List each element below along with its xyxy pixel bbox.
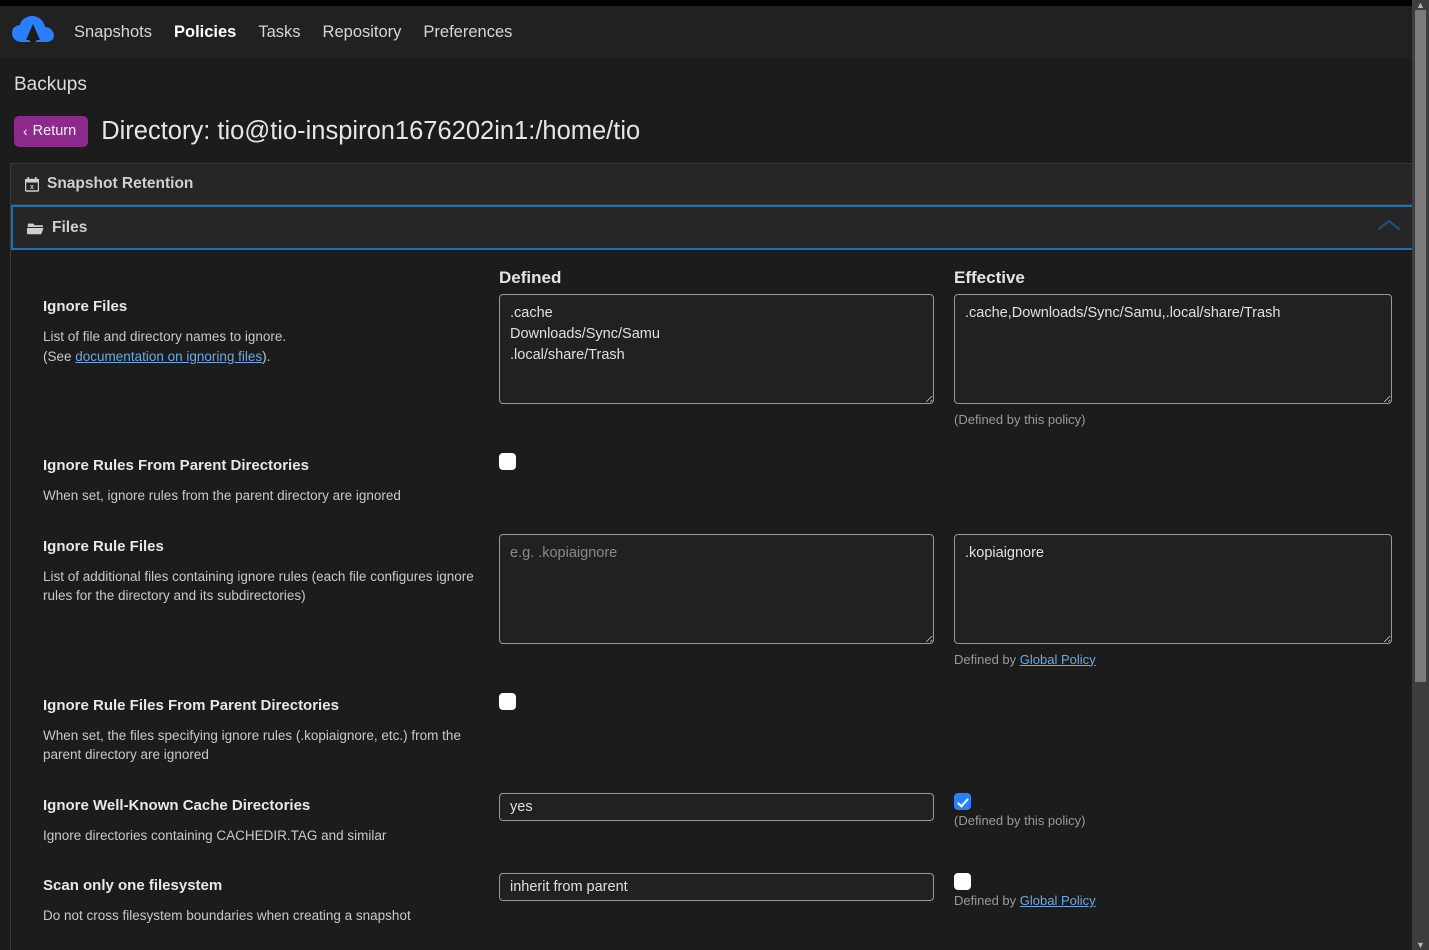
policy-accordion: x Snapshot Retention Files Defined Effec… bbox=[10, 163, 1419, 950]
directory-header: ‹ Return Directory: tio@tio-inspiron1676… bbox=[14, 116, 1417, 147]
section-header-snapshot-retention[interactable]: x Snapshot Retention bbox=[11, 164, 1418, 205]
field-ignore-files-help: List of file and directory names to igno… bbox=[43, 327, 479, 366]
scan-one-filesystem-effective-col: Defined by Global Policy bbox=[954, 873, 1394, 908]
help-text-prefix: (See bbox=[43, 348, 76, 364]
ignore-files-defined-col bbox=[499, 294, 954, 409]
field-scan-one-filesystem-description: Scan only one filesystem Do not cross fi… bbox=[31, 873, 499, 926]
field-ignore-cache-dirs-description: Ignore Well-Known Cache Directories Igno… bbox=[31, 793, 499, 846]
field-ignore-rule-files-help: List of additional files containing igno… bbox=[43, 568, 474, 604]
svg-text:x: x bbox=[30, 184, 34, 191]
scrollbar-thumb[interactable] bbox=[1415, 10, 1426, 682]
nav-links: Snapshots Policies Tasks Repository Pref… bbox=[74, 23, 512, 42]
return-button-label: Return bbox=[32, 123, 77, 139]
field-ignore-rule-files: Ignore Rule Files List of additional fil… bbox=[31, 533, 1398, 667]
ignore-rules-parent-checkbox[interactable] bbox=[499, 453, 516, 470]
field-ignore-rules-parent-title: Ignore Rules From Parent Directories bbox=[43, 457, 309, 474]
ignore-rule-files-effective-textarea bbox=[954, 533, 1392, 644]
field-ignore-rules-parent: Ignore Rules From Parent Directories Whe… bbox=[31, 453, 1398, 506]
field-ignore-cache-dirs-help: Ignore directories containing CACHEDIR.T… bbox=[43, 827, 387, 843]
scan-one-filesystem-checkbox[interactable] bbox=[954, 873, 971, 891]
global-policy-link[interactable]: Global Policy bbox=[1020, 652, 1096, 667]
field-ignore-rule-files-parent-help: When set, the files specifying ignore ru… bbox=[43, 727, 461, 763]
ignore-files-effective-textarea bbox=[954, 294, 1392, 404]
help-text-line1: List of file and directory names to igno… bbox=[43, 329, 287, 344]
ignore-files-effective-col: (Defined by this policy) bbox=[954, 294, 1394, 427]
folder-open-icon bbox=[27, 221, 44, 235]
field-ignore-rule-files-parent-description: Ignore Rule Files From Parent Directorie… bbox=[31, 693, 499, 765]
scan-one-filesystem-select[interactable] bbox=[499, 873, 934, 902]
field-ignore-files-description: Ignore Files List of file and directory … bbox=[31, 294, 499, 366]
chevron-up-icon[interactable] bbox=[1376, 218, 1402, 237]
page-heading-area: Backups ‹ Return Directory: tio@tio-insp… bbox=[0, 74, 1429, 147]
field-ignore-rule-files-title: Ignore Rule Files bbox=[43, 537, 164, 555]
scrollbar-up-arrow-icon[interactable]: ▲ bbox=[1412, 0, 1429, 10]
help-text-suffix: ). bbox=[262, 348, 271, 364]
documentation-link[interactable]: documentation on ignoring files bbox=[75, 349, 262, 364]
nav-link-tasks[interactable]: Tasks bbox=[258, 23, 300, 42]
ignore-cache-dirs-defined-col bbox=[499, 792, 954, 821]
nav-link-policies[interactable]: Policies bbox=[174, 23, 236, 42]
field-scan-one-filesystem-title: Scan only one filesystem bbox=[43, 877, 223, 895]
field-ignore-rules-parent-description: Ignore Rules From Parent Directories Whe… bbox=[31, 453, 499, 506]
scrollbar-down-arrow-icon[interactable]: ▼ bbox=[1412, 940, 1429, 950]
ignore-rules-parent-defined-col bbox=[499, 453, 954, 471]
page-title: Directory: tio@tio-inspiron1676202in1:/h… bbox=[101, 117, 641, 145]
ignore-rule-files-effective-note: Defined by Global Policy bbox=[954, 652, 1394, 667]
field-ignore-rule-files-description: Ignore Rule Files List of additional fil… bbox=[31, 534, 499, 606]
ignore-rule-files-defined-col bbox=[499, 533, 954, 649]
files-section-body: Defined Effective Ignore Files List of f… bbox=[11, 250, 1418, 950]
ignore-rule-files-defined-textarea[interactable] bbox=[499, 533, 934, 644]
section-label-snapshot-retention: Snapshot Retention bbox=[47, 175, 194, 192]
ignore-cache-dirs-effective-note: (Defined by this policy) bbox=[954, 812, 1086, 828]
ignore-cache-dirs-effective-col: (Defined by this policy) bbox=[954, 792, 1394, 828]
field-ignore-rule-files-parent: Ignore Rule Files From Parent Directorie… bbox=[31, 692, 1398, 765]
ignore-cache-dirs-select[interactable] bbox=[499, 792, 934, 821]
field-ignore-cache-dirs-title: Ignore Well-Known Cache Directories bbox=[43, 796, 311, 814]
chevron-left-icon: ‹ bbox=[23, 123, 28, 139]
section-header-files[interactable]: Files bbox=[11, 205, 1418, 250]
ignore-cache-dirs-checkbox[interactable] bbox=[954, 792, 971, 810]
kopia-cloud-logo-icon[interactable] bbox=[10, 12, 56, 52]
column-header-effective: Effective bbox=[954, 268, 1025, 287]
field-ignore-rules-parent-help: When set, ignore rules from the parent d… bbox=[43, 488, 401, 503]
field-scan-one-filesystem: Scan only one filesystem Do not cross fi… bbox=[31, 873, 1398, 926]
breadcrumb: Backups bbox=[14, 74, 87, 95]
nav-link-repository[interactable]: Repository bbox=[323, 23, 402, 42]
ignore-files-defined-textarea[interactable] bbox=[499, 294, 934, 404]
global-policy-link-2[interactable]: Global Policy bbox=[1020, 893, 1096, 908]
scan-one-filesystem-effective-note: Defined by Global Policy bbox=[954, 893, 1394, 908]
calendar-x-icon: x bbox=[25, 176, 39, 192]
return-button[interactable]: ‹ Return bbox=[14, 116, 89, 147]
field-scan-one-filesystem-help: Do not cross filesystem boundaries when … bbox=[43, 908, 411, 924]
scan-one-filesystem-defined-col bbox=[499, 873, 954, 902]
column-header-row: Defined Effective bbox=[31, 268, 1398, 288]
nav-link-preferences[interactable]: Preferences bbox=[423, 23, 512, 42]
field-ignore-files: Ignore Files List of file and directory … bbox=[31, 294, 1398, 427]
field-ignore-files-title: Ignore Files bbox=[43, 298, 128, 315]
ignore-rule-files-parent-defined-col bbox=[499, 692, 954, 711]
field-ignore-cache-dirs: Ignore Well-Known Cache Directories Igno… bbox=[31, 792, 1398, 846]
section-label-files: Files bbox=[52, 218, 88, 236]
effective-note-prefix-2: Defined by bbox=[954, 893, 1020, 909]
ignore-rule-files-effective-col: Defined by Global Policy bbox=[954, 533, 1394, 667]
field-ignore-rule-files-parent-title: Ignore Rule Files From Parent Directorie… bbox=[43, 696, 339, 714]
effective-note-prefix: Defined by bbox=[954, 651, 1020, 667]
ignore-files-effective-note: (Defined by this policy) bbox=[954, 412, 1086, 427]
nav-link-snapshots[interactable]: Snapshots bbox=[74, 23, 152, 42]
ignore-rule-files-parent-checkbox[interactable] bbox=[499, 692, 516, 710]
main-navbar: Snapshots Policies Tasks Repository Pref… bbox=[0, 6, 1429, 58]
column-header-defined: Defined bbox=[499, 268, 562, 287]
vertical-scrollbar[interactable]: ▲ ▼ bbox=[1412, 0, 1429, 950]
